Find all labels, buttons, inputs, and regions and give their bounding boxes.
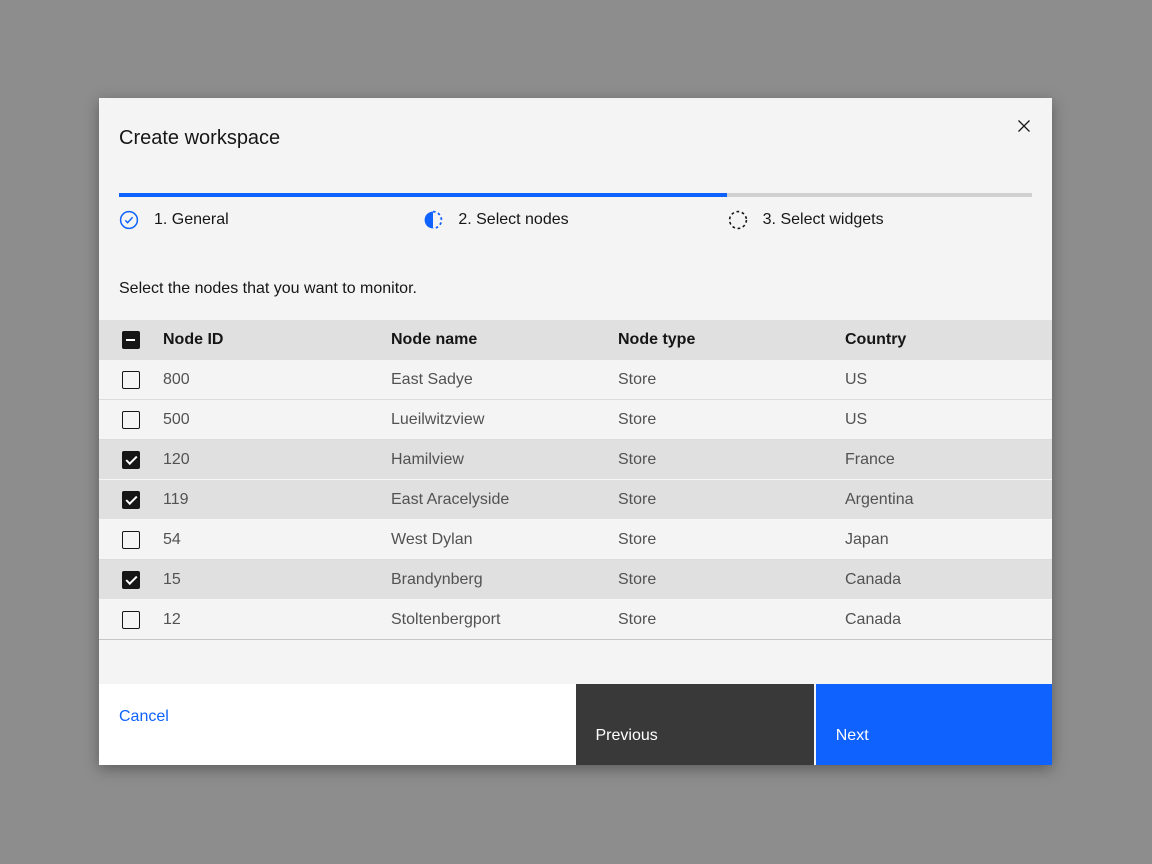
step-label: 2. Select nodes — [458, 209, 568, 231]
row-checkbox[interactable] — [122, 531, 140, 549]
cell-node-id: 12 — [163, 611, 391, 629]
row-checkbox-cell — [99, 491, 163, 509]
row-checkbox[interactable] — [122, 411, 140, 429]
column-header-node-name: Node name — [391, 331, 618, 349]
row-checkbox-cell — [99, 571, 163, 589]
table-row[interactable]: 119 East Aracelyside Store Argentina — [99, 480, 1052, 520]
cell-node-name: Brandynberg — [391, 571, 618, 589]
cell-node-name: Hamilview — [391, 451, 618, 469]
cell-node-id: 119 — [163, 491, 391, 509]
step-label: 3. Select widgets — [763, 209, 884, 231]
cell-node-type: Store — [618, 491, 845, 509]
cell-node-id: 800 — [163, 371, 391, 389]
close-icon — [1016, 118, 1032, 134]
step-label: 1. General — [154, 209, 229, 231]
select-all-cell — [99, 331, 163, 349]
cell-country: US — [845, 411, 1052, 429]
cell-node-name: Stoltenbergport — [391, 611, 618, 629]
cell-node-type: Store — [618, 451, 845, 469]
row-checkbox-cell — [99, 371, 163, 389]
cell-country: Canada — [845, 571, 1052, 589]
row-checkbox-cell — [99, 611, 163, 629]
select-all-checkbox[interactable] — [122, 331, 140, 349]
step-select-nodes[interactable]: 2. Select nodes — [423, 209, 727, 231]
footer-cancel-area: Cancel — [99, 684, 576, 765]
cell-node-name: West Dylan — [391, 531, 618, 549]
row-checkbox-cell — [99, 411, 163, 429]
table-header-row: Node ID Node name Node type Country — [99, 320, 1052, 360]
row-checkbox[interactable] — [122, 491, 140, 509]
step-general[interactable]: 1. General — [119, 209, 423, 231]
cell-node-name: East Aracelyside — [391, 491, 618, 509]
cell-node-id: 120 — [163, 451, 391, 469]
table-description: Select the nodes that you want to monito… — [119, 278, 1032, 300]
row-checkbox[interactable] — [122, 371, 140, 389]
cell-node-name: Lueilwitzview — [391, 411, 618, 429]
previous-button[interactable]: Previous — [576, 684, 814, 765]
cell-node-type: Store — [618, 371, 845, 389]
row-checkbox[interactable] — [122, 571, 140, 589]
table-row[interactable]: 120 Hamilview Store France — [99, 440, 1052, 480]
cell-node-type: Store — [618, 411, 845, 429]
table-row[interactable]: 12 Stoltenbergport Store Canada — [99, 600, 1052, 640]
step-select-widgets[interactable]: 3. Select widgets — [728, 209, 1032, 231]
cell-node-name: East Sadye — [391, 371, 618, 389]
cell-node-type: Store — [618, 611, 845, 629]
column-header-node-type: Node type — [618, 331, 845, 349]
row-checkbox[interactable] — [122, 451, 140, 469]
column-header-country: Country — [845, 331, 1052, 349]
cell-node-id: 15 — [163, 571, 391, 589]
cell-node-type: Store — [618, 531, 845, 549]
half-circle-icon — [423, 210, 443, 230]
table-row[interactable]: 54 West Dylan Store Japan — [99, 520, 1052, 560]
modal-footer: Cancel Previous Next — [99, 684, 1052, 765]
table-row[interactable]: 800 East Sadye Store US — [99, 360, 1052, 400]
row-checkbox-cell — [99, 531, 163, 549]
stepper: 1. General 2. Select nodes 3. Select wid… — [119, 197, 1032, 231]
close-button[interactable] — [1006, 108, 1042, 144]
column-header-node-id: Node ID — [163, 331, 391, 349]
create-workspace-modal: Create workspace 1. General 2. Select no… — [99, 98, 1052, 765]
cell-country: US — [845, 371, 1052, 389]
nodes-table: Node ID Node name Node type Country 800 … — [99, 320, 1052, 640]
page-background: { "modal": { "title": "Create workspace"… — [0, 0, 1152, 864]
modal-header: Create workspace — [99, 98, 1052, 193]
cell-node-type: Store — [618, 571, 845, 589]
next-button[interactable]: Next — [814, 684, 1052, 765]
cell-node-id: 500 — [163, 411, 391, 429]
page-title: Create workspace — [119, 124, 1032, 152]
cell-node-id: 54 — [163, 531, 391, 549]
cancel-button[interactable]: Cancel — [119, 706, 169, 728]
table-row[interactable]: 500 Lueilwitzview Store US — [99, 400, 1052, 440]
cell-country: Canada — [845, 611, 1052, 629]
row-checkbox[interactable] — [122, 611, 140, 629]
table-row[interactable]: 15 Brandynberg Store Canada — [99, 560, 1052, 600]
cell-country: Japan — [845, 531, 1052, 549]
row-checkbox-cell — [99, 451, 163, 469]
cell-country: France — [845, 451, 1052, 469]
dashed-circle-icon — [728, 210, 748, 230]
table-body: 800 East Sadye Store US 500 Lueilwitzvie… — [99, 360, 1052, 640]
checkmark-circle-icon — [119, 210, 139, 230]
cell-country: Argentina — [845, 491, 1052, 509]
